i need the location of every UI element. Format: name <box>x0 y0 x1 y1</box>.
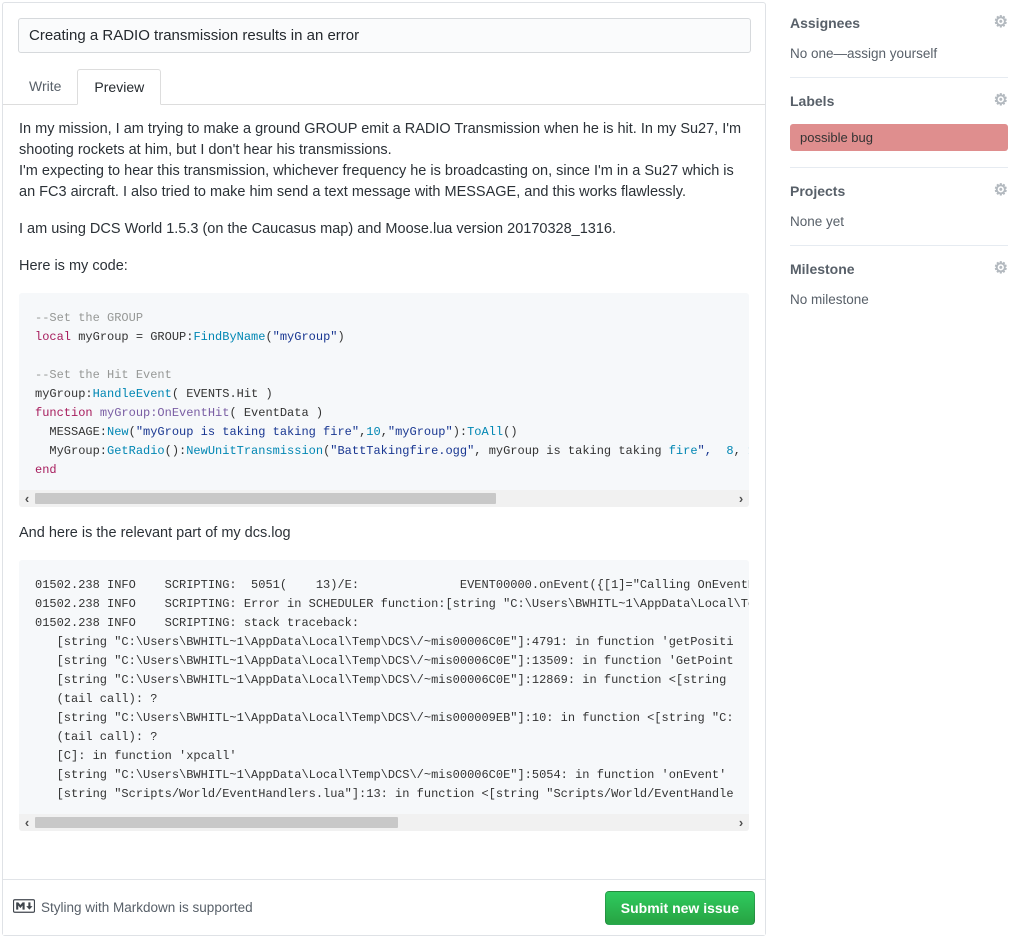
labels-section: Labels ⚙ possible bug <box>790 78 1008 168</box>
scroll-left-arrow[interactable]: ‹ <box>19 490 35 507</box>
assignees-title: Assignees <box>790 15 860 31</box>
issue-sidebar: Assignees ⚙ No one—assign yourself Label… <box>790 0 1008 323</box>
log-code-block: 01502.238 INFO SCRIPTING: 5051( 13)/E: E… <box>19 560 749 831</box>
scrollbar-thumb[interactable] <box>35 817 398 828</box>
issue-body-paragraph: I am using DCS World 1.5.3 (on the Cauca… <box>19 219 749 240</box>
gear-icon[interactable]: ⚙ <box>994 93 1008 109</box>
label-chip[interactable]: possible bug <box>790 124 1008 151</box>
tab-preview[interactable]: Preview <box>77 69 161 105</box>
assignees-section: Assignees ⚙ No one—assign yourself <box>790 0 1008 78</box>
scroll-right-arrow[interactable]: › <box>733 490 749 507</box>
markdown-hint[interactable]: Styling with Markdown is supported <box>13 899 253 916</box>
gear-icon[interactable]: ⚙ <box>994 183 1008 199</box>
dcs-log-text: 01502.238 INFO SCRIPTING: 5051( 13)/E: E… <box>19 560 749 814</box>
markdown-hint-text: Styling with Markdown is supported <box>41 900 253 915</box>
new-issue-page: Write Preview In my mission, I am trying… <box>0 0 1025 944</box>
tab-write[interactable]: Write <box>13 69 77 105</box>
issue-body-paragraph: And here is the relevant part of my dcs.… <box>19 523 749 544</box>
code-horizontal-scrollbar[interactable]: ‹ › <box>19 490 749 507</box>
log-horizontal-scrollbar[interactable]: ‹ › <box>19 814 749 831</box>
write-preview-tab-nav: Write Preview <box>3 69 765 105</box>
scroll-left-arrow[interactable]: ‹ <box>19 814 35 831</box>
assignees-empty-text[interactable]: No one—assign yourself <box>790 46 1008 61</box>
projects-title: Projects <box>790 183 845 199</box>
issue-body-paragraph: In my mission, I am trying to make a gro… <box>19 119 749 203</box>
markdown-icon <box>13 899 35 916</box>
form-footer: Styling with Markdown is supported Submi… <box>3 879 765 935</box>
gear-icon[interactable]: ⚙ <box>994 15 1008 31</box>
submit-new-issue-button[interactable]: Submit new issue <box>605 891 755 925</box>
labels-title: Labels <box>790 93 834 109</box>
scrollbar-thumb[interactable] <box>35 493 496 504</box>
issue-title-input[interactable] <box>18 18 751 53</box>
scrollbar-track[interactable] <box>35 490 733 507</box>
scroll-right-arrow[interactable]: › <box>733 814 749 831</box>
milestone-title: Milestone <box>790 261 855 277</box>
preview-body: In my mission, I am trying to make a gro… <box>3 105 765 831</box>
milestone-empty-text: No milestone <box>790 292 1008 307</box>
projects-empty-text: None yet <box>790 214 1008 229</box>
issue-form: Write Preview In my mission, I am trying… <box>2 2 766 936</box>
lua-code-block: --Set the GROUPlocal myGroup = GROUP:Fin… <box>19 293 749 507</box>
gear-icon[interactable]: ⚙ <box>994 261 1008 277</box>
scrollbar-track[interactable] <box>35 814 733 831</box>
milestone-section: Milestone ⚙ No milestone <box>790 246 1008 323</box>
issue-body-paragraph: Here is my code: <box>19 256 749 277</box>
projects-section: Projects ⚙ None yet <box>790 168 1008 246</box>
lua-code: --Set the GROUPlocal myGroup = GROUP:Fin… <box>19 293 749 490</box>
